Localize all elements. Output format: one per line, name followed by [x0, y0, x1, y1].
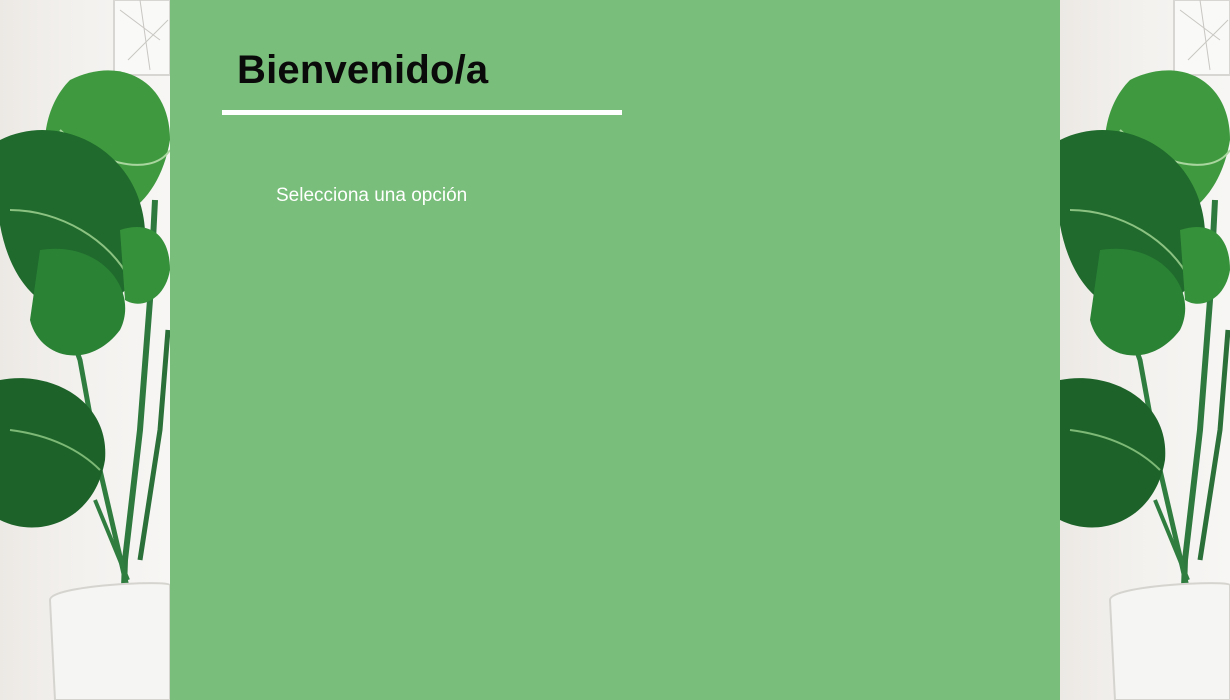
page: Bienvenido/a Selecciona una opción — [0, 0, 1230, 700]
monstera-plant-icon — [1060, 0, 1230, 700]
select-option-prompt[interactable]: Selecciona una opción — [276, 184, 467, 208]
welcome-panel: Bienvenido/a Selecciona una opción — [170, 0, 1060, 700]
monstera-plant-image-left — [0, 0, 170, 700]
monstera-plant-image-right — [1060, 0, 1230, 700]
page-title: Bienvenido/a — [237, 48, 489, 92]
title-underline — [222, 110, 622, 115]
monstera-plant-icon — [0, 0, 170, 700]
